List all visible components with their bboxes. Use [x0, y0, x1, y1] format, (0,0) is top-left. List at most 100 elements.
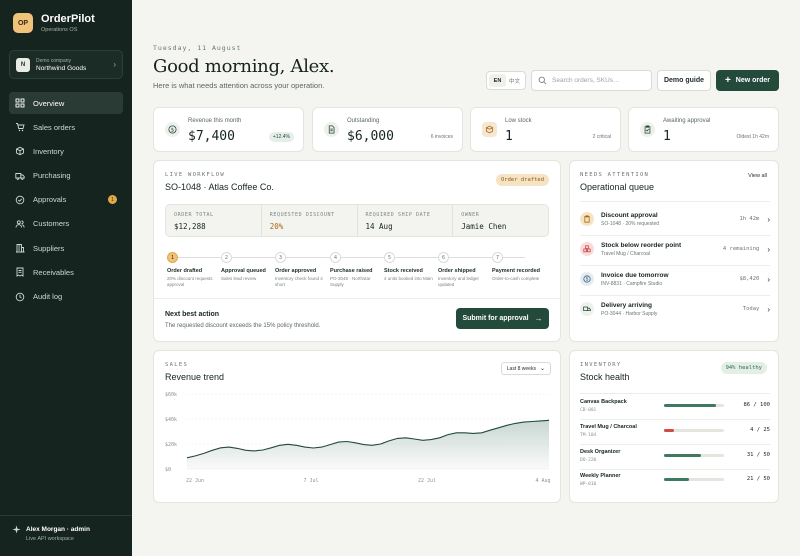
sidebar-item-sales-orders[interactable]: Sales orders	[9, 116, 123, 138]
stock-level-bar	[664, 429, 724, 432]
sidebar-item-approvals[interactable]: Approvals 1	[9, 189, 123, 211]
queue-item[interactable]: $ Invoice due tomorrow INV-8831 · Campfir…	[580, 266, 770, 292]
kpi-card-revenue[interactable]: $ Revenue this month $7,400 +12.4%	[153, 107, 304, 152]
divider	[580, 469, 770, 470]
company-switcher[interactable]: N Demo company Northwind Goods ›	[9, 50, 123, 79]
workflow-stepper: 1 Order drafted 20% discount requests appr…	[165, 252, 549, 292]
sidebar-item-customers[interactable]: Customers	[9, 213, 123, 235]
live-workflow-card: Live workflow SO-1048 · Atlas Coffee Co.…	[153, 160, 561, 342]
step-number: 3	[275, 252, 286, 263]
sidebar-item-inventory[interactable]: Inventory	[9, 140, 123, 162]
search-input[interactable]: Search orders, SKUs…	[531, 70, 652, 91]
workflow-step[interactable]: 5 Stock received 4 units booked into Main	[384, 252, 439, 282]
queue-item-title: Stock below reorder point	[601, 241, 682, 249]
chevron-right-icon: ›	[767, 244, 770, 254]
workflow-step[interactable]: 3 Order approved Inventory check found 4 s…	[275, 252, 330, 288]
sidebar-item-label: Purchasing	[33, 171, 71, 181]
kpi-card-low-stock[interactable]: Low stock 1 2 critical	[470, 107, 621, 152]
box-icon	[482, 122, 497, 137]
new-order-button[interactable]: + New order	[716, 70, 779, 91]
step-title: Payment recorded	[492, 268, 540, 274]
step-title: Stock received	[384, 268, 423, 274]
x-tick-label: 22 Jul	[418, 478, 436, 484]
kpi-card-awaiting-approval[interactable]: Awaiting approval 1 Oldest 1h 42m	[628, 107, 779, 152]
stock-item[interactable]: Desk Organizer DO-220 31 / 50	[580, 449, 770, 469]
stock-item[interactable]: Canvas Backpack CB-001 86 / 100	[580, 399, 770, 419]
kpi-note: 6 invoices	[430, 134, 453, 140]
workflow-step[interactable]: 6 Order shipped Inventory and ledger updat…	[438, 252, 493, 288]
grid-icon	[15, 98, 25, 108]
stock-title: Stock health	[580, 372, 630, 382]
stock-health-badge: 94% healthy	[720, 362, 767, 374]
arrow-right-icon: →	[534, 314, 543, 323]
queue-item-desc: SO-1048 · 20% requested	[601, 220, 660, 227]
sidebar-item-suppliers[interactable]: Suppliers	[9, 237, 123, 259]
sidebar-item-label: Inventory	[33, 146, 64, 156]
kpi-label: Low stock	[505, 118, 532, 124]
order-summary: Order total $12,288 Requested discount 2…	[165, 204, 549, 237]
step-number: 6	[438, 252, 449, 263]
queue-item[interactable]: Stock below reorder point Travel Mug / Ch…	[580, 236, 770, 262]
stock-level-fill	[664, 454, 702, 457]
workflow-step[interactable]: 7 Payment recorded Order-to-cash complete	[492, 252, 547, 282]
language-zh[interactable]: 中文	[506, 74, 523, 87]
kpi-value: 1	[663, 129, 671, 144]
users-icon	[15, 220, 25, 228]
kpi-note: Oldest 1h 42m	[736, 134, 769, 140]
queue-item-desc: INV-8831 · Campfire Studio	[601, 280, 663, 287]
stock-item-sku: WP-010	[580, 482, 597, 487]
current-user[interactable]: Alex Morgan · admin	[26, 526, 90, 533]
sidebar-item-audit-log[interactable]: Audit log	[9, 286, 123, 308]
step-number: 2	[221, 252, 232, 263]
queue-item[interactable]: Discount approval SO-1048 · 20% requested…	[580, 206, 770, 232]
workflow-step[interactable]: 2 Approval queued Sales lead review	[221, 252, 276, 282]
step-title: Purchase raised	[330, 268, 373, 274]
field-value: Jamie Chen	[461, 222, 507, 231]
chevron-right-icon: ›	[113, 60, 116, 69]
x-tick-label: 22 Jun	[186, 478, 204, 484]
queue-item-title: Discount approval	[601, 211, 658, 219]
sidebar-item-label: Suppliers	[33, 243, 65, 253]
building-icon	[16, 244, 25, 253]
range-select[interactable]: Last 8 weeks ⌄	[500, 362, 551, 375]
view-all-link[interactable]: View all	[748, 173, 767, 179]
stock-item-name: Weekly Planner	[580, 473, 621, 479]
sidebar-item-purchasing[interactable]: Purchasing	[9, 165, 123, 187]
sparkle-icon	[12, 525, 21, 534]
boxes-icon	[580, 242, 594, 256]
queue-item-title: Invoice due tomorrow	[601, 271, 669, 279]
workflow-step[interactable]: 1 Order drafted 20% discount requests appr…	[167, 252, 222, 288]
step-number: 1	[167, 252, 178, 263]
svg-text:$: $	[171, 127, 174, 133]
demo-guide-button[interactable]: Demo guide	[657, 70, 711, 91]
kpi-card-outstanding[interactable]: Outstanding $6,000 6 invoices	[312, 107, 463, 152]
step-title: Order approved	[275, 268, 317, 274]
field-value: $12,288	[174, 222, 206, 231]
company-badge: N	[16, 57, 30, 72]
kpi-change-badge: +12.4%	[268, 132, 294, 142]
workflow-step[interactable]: 4 Purchase raised PO-3048 · Northstar Supp…	[330, 252, 385, 288]
stock-level-bar	[664, 478, 724, 481]
queue-item[interactable]: Delivery arriving PO-3044 · Harbor Supply…	[580, 296, 770, 322]
sidebar-item-overview[interactable]: Overview	[9, 92, 123, 114]
y-tick-label: $0	[165, 467, 171, 473]
company-name: Northwind Goods	[36, 64, 87, 72]
stock-item-name: Canvas Backpack	[580, 399, 627, 405]
stock-health-card: Inventory Stock health 94% healthy Canva…	[569, 350, 779, 503]
sidebar-nav: Overview Sales orders Inventory Purchasi…	[9, 92, 123, 310]
kpi-label: Awaiting approval	[663, 118, 711, 124]
language-en[interactable]: EN	[489, 74, 506, 87]
search-icon	[538, 76, 547, 85]
stock-item[interactable]: Travel Mug / Charcoal TM-104 4 / 25	[580, 424, 770, 444]
requested-discount-field: Requested discount 20%	[262, 205, 358, 236]
divider	[580, 419, 770, 420]
workflow-title: SO-1048 · Atlas Coffee Co.	[165, 182, 274, 192]
sidebar-item-receivables[interactable]: Receivables	[9, 261, 123, 283]
stock-item[interactable]: Weekly Planner WP-010 21 / 50	[580, 473, 770, 493]
submit-for-approval-button[interactable]: Submit for approval →	[456, 308, 549, 329]
stock-level-fill	[664, 478, 690, 481]
queue-item-desc: Travel Mug / Charcoal	[601, 250, 650, 257]
stock-item-value: 4 / 25	[750, 427, 770, 433]
step-title: Order drafted	[167, 268, 203, 274]
field-label: Owner	[461, 212, 480, 218]
